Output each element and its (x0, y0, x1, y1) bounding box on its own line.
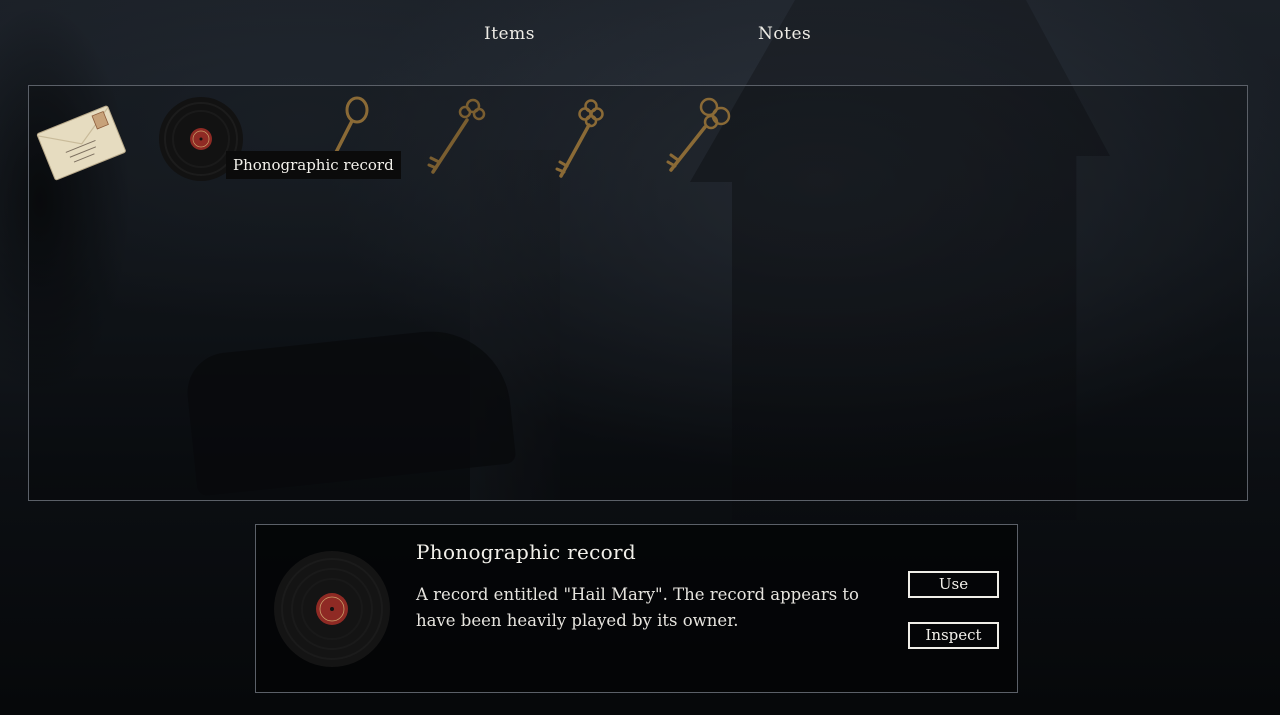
detail-description: A record entitled "Hail Mary". The recor… (416, 585, 859, 630)
inventory-slot-clover-key[interactable] (539, 92, 635, 188)
inventory-slot-ornate-key[interactable] (411, 92, 507, 188)
tab-items[interactable]: Items (484, 24, 535, 44)
letter-envelope-icon (36, 105, 126, 181)
inventory-slot-trefoil-key[interactable] (649, 92, 745, 188)
trefoil-key-icon (666, 97, 731, 172)
clover-key-icon (555, 99, 604, 178)
item-hover-tooltip: Phonographic record (226, 151, 401, 179)
use-button[interactable]: Use (908, 571, 999, 598)
inspect-button[interactable]: Inspect (908, 622, 999, 649)
detail-record-image (274, 547, 392, 671)
item-detail-panel: Phonographic record A record entitled "H… (255, 524, 1018, 693)
phonograph-record-icon (274, 551, 390, 667)
inventory-slot-letter[interactable] (33, 94, 129, 190)
detail-title: Phonographic record (416, 540, 636, 564)
inventory-grid (28, 85, 1248, 501)
ornate-key-icon (427, 98, 486, 174)
tab-notes[interactable]: Notes (758, 24, 811, 44)
